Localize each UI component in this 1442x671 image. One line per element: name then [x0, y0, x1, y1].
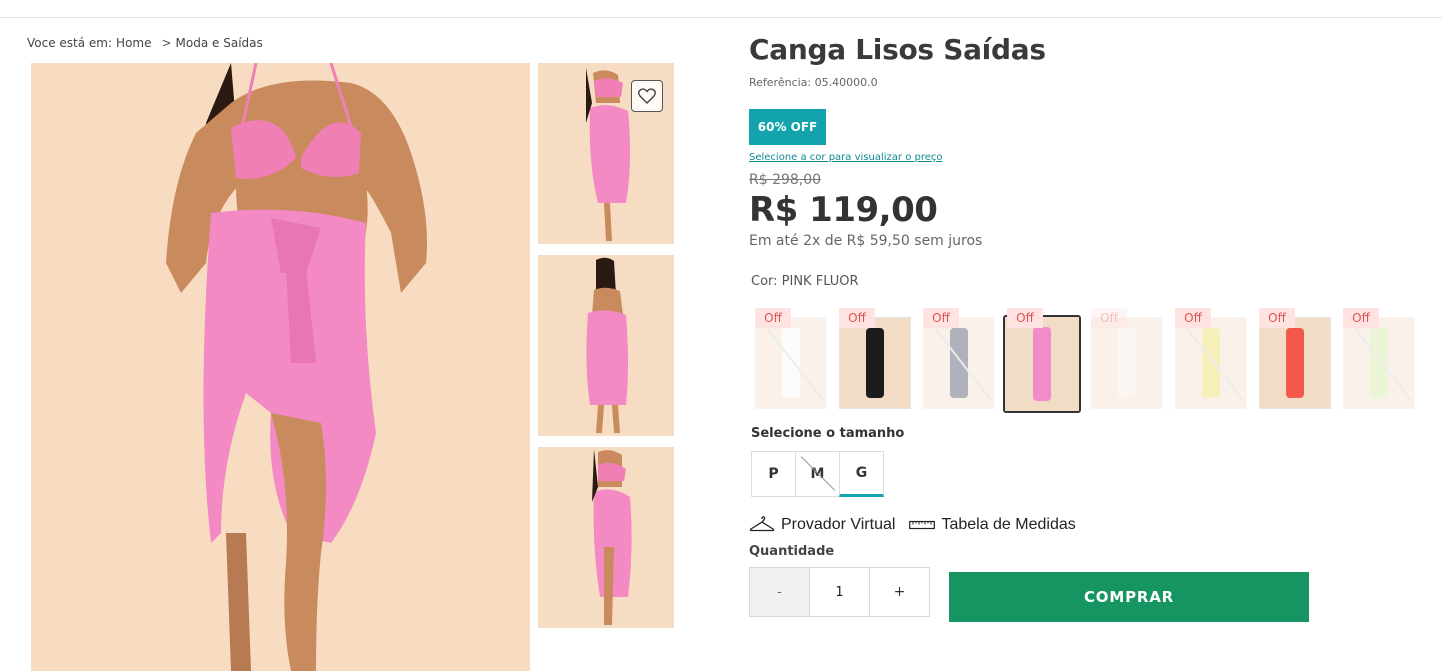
virtual-fitting-label: Provador Virtual [781, 516, 896, 533]
discount-badge: 60% OFF [749, 109, 826, 145]
breadcrumb-home[interactable]: Home [116, 36, 151, 50]
color-swatch-white[interactable] [755, 317, 827, 409]
size-selector: P M G [751, 451, 884, 497]
off-tag: Off [923, 308, 959, 328]
old-price: R$ 298,00 [749, 172, 822, 188]
color-swatch-lime[interactable] [1343, 317, 1415, 409]
color-swatch-yellow[interactable] [1175, 317, 1247, 409]
off-tag: Off [755, 308, 791, 328]
ruler-icon [909, 520, 936, 530]
quantity-label: Quantidade [749, 544, 835, 559]
heart-icon [638, 88, 656, 104]
size-section-title: Selecione o tamanho [751, 426, 905, 441]
header-divider [0, 17, 1442, 18]
current-price: R$ 119,00 [749, 190, 938, 230]
breadcrumb-category[interactable]: Moda e Saídas [176, 36, 263, 50]
virtual-fitting-link[interactable]: Provador Virtual [749, 516, 895, 534]
color-swatch-coral[interactable] [1259, 317, 1331, 409]
quantity-increment-button[interactable]: + [870, 568, 929, 616]
select-color-link[interactable]: Selecione a cor para visualizar o preço [749, 152, 943, 163]
color-swatch-cream[interactable] [1091, 317, 1163, 409]
off-tag: Off [1175, 308, 1211, 328]
installments-info: Em até 2x de R$ 59,50 sem juros [749, 233, 983, 249]
quantity-decrement-button[interactable]: - [750, 568, 810, 616]
thumbnail-2[interactable] [538, 255, 674, 436]
thumbnail-3[interactable] [538, 447, 674, 628]
product-title: Canga Lisos Saídas [749, 33, 1046, 66]
hanger-icon [749, 516, 775, 532]
favorite-button[interactable] [631, 80, 663, 112]
size-chart-label: Tabela de Medidas [941, 516, 1076, 533]
quantity-value[interactable]: 1 [810, 568, 870, 616]
off-tag: Off [839, 308, 875, 328]
off-tag: Off [1343, 308, 1379, 328]
off-tag: Off [1259, 308, 1295, 328]
off-tag: Off [1091, 308, 1127, 328]
size-option-m[interactable]: M [795, 451, 840, 497]
color-swatch-pink[interactable] [1003, 315, 1081, 413]
buy-button[interactable]: COMPRAR [949, 572, 1309, 622]
size-option-p[interactable]: P [751, 451, 796, 497]
off-tag: Off [1007, 308, 1043, 328]
product-reference: Referência: 05.40000.0 [749, 76, 878, 89]
size-chart-link[interactable]: Tabela de Medidas [909, 516, 1076, 534]
color-swatch-black[interactable] [839, 317, 911, 409]
product-tools: Provador Virtual Tabela de Medidas [749, 516, 1076, 534]
breadcrumb-prefix: Voce está em: [27, 36, 113, 50]
breadcrumb: Voce está em: Home > Moda e Saídas [27, 36, 263, 50]
main-product-photo[interactable] [31, 63, 530, 671]
color-swatch-navy[interactable] [923, 317, 995, 409]
selected-color-label: Cor: PINK FLUOR [751, 274, 859, 289]
size-option-g[interactable]: G [839, 451, 884, 497]
breadcrumb-separator: > [161, 36, 172, 50]
quantity-stepper: - 1 + [749, 567, 930, 617]
